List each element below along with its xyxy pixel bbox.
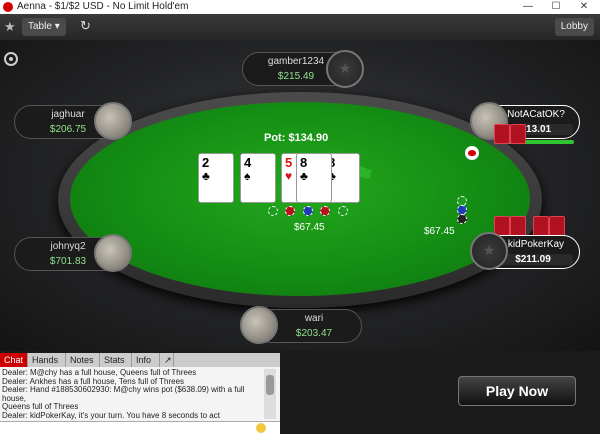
chat-line: Dealer: kidPokerKay, it's your turn. You… bbox=[2, 410, 220, 420]
center-bet-amount: $67.45 bbox=[294, 222, 325, 233]
refresh-icon[interactable]: ↻ bbox=[80, 18, 91, 34]
chat-scrollbar[interactable] bbox=[264, 369, 276, 419]
avatar bbox=[94, 234, 132, 272]
chip bbox=[285, 206, 295, 216]
card-suit-icon: ♠ bbox=[244, 169, 251, 183]
avatar bbox=[94, 102, 132, 140]
board-card: 8♣ bbox=[296, 153, 332, 203]
card-suit-icon: ♥ bbox=[285, 169, 293, 183]
card-suit-icon: ♣ bbox=[300, 169, 308, 183]
chip bbox=[457, 214, 467, 224]
card-rank: 4 bbox=[244, 155, 252, 170]
hole-card-back bbox=[494, 124, 510, 144]
minimize-icon[interactable]: — bbox=[516, 0, 540, 14]
seat-johnyq2[interactable]: johnyq2 $701.83 bbox=[14, 234, 138, 274]
chat-input[interactable] bbox=[0, 421, 280, 434]
popout-icon[interactable]: ↗ bbox=[160, 353, 174, 367]
card-suit-icon: ♣ bbox=[202, 169, 210, 183]
star-icon: ★ bbox=[482, 242, 496, 258]
pot-label: Pot: $134.90 bbox=[264, 132, 329, 144]
dealer-button-icon bbox=[465, 146, 479, 160]
chat-panel: Chat Hands Notes Stats Info ↗ Dealer: M@… bbox=[0, 353, 280, 434]
tab-hands[interactable]: Hands bbox=[28, 353, 66, 367]
chip bbox=[268, 206, 278, 216]
play-now-button[interactable]: Play Now bbox=[458, 376, 576, 406]
target-icon[interactable] bbox=[4, 52, 18, 66]
right-bet-amount: $67.45 bbox=[424, 226, 455, 237]
chip bbox=[303, 206, 313, 216]
seat-kidpokerkay[interactable]: kidPokerKay $211.09 ★ bbox=[470, 232, 580, 274]
chat-log: Dealer: M@chy has a full house, Queens f… bbox=[0, 368, 264, 421]
avatar bbox=[240, 306, 278, 344]
chip bbox=[338, 206, 348, 216]
window-title: Aenna - $1/$2 USD - No Limit Hold'em bbox=[17, 1, 189, 12]
tab-info[interactable]: Info bbox=[132, 353, 160, 367]
window-titlebar: Aenna - $1/$2 USD - No Limit Hold'em — ☐… bbox=[0, 0, 600, 14]
card-rank: 5 bbox=[285, 155, 293, 170]
avatar: ★ bbox=[326, 50, 364, 88]
seat-jaghuar[interactable]: jaghuar $206.75 bbox=[14, 102, 138, 142]
seat-gamber1234[interactable]: gamber1234 $215.49 ★ bbox=[242, 50, 364, 90]
tab-notes[interactable]: Notes bbox=[66, 353, 100, 367]
table-menu-label: Table bbox=[28, 21, 52, 32]
scroll-thumb[interactable] bbox=[266, 375, 274, 395]
avatar: ★ bbox=[470, 232, 508, 270]
table-menu-button[interactable]: Table ▾ bbox=[22, 18, 66, 36]
tab-stats[interactable]: Stats bbox=[100, 353, 132, 367]
tab-chat[interactable]: Chat bbox=[0, 353, 28, 367]
table-toolbar: ★ Table ▾ ↻ Lobby bbox=[0, 14, 600, 41]
star-icon: ★ bbox=[338, 60, 352, 76]
chip bbox=[320, 206, 330, 216]
chat-line: Dealer: Hand #188530602930: M@chy wins p… bbox=[2, 385, 245, 403]
board-card: 4 ♠ bbox=[240, 153, 276, 203]
star-icon[interactable]: ★ bbox=[4, 19, 16, 35]
card-rank: 8 bbox=[300, 155, 308, 170]
emoji-icon[interactable] bbox=[256, 423, 266, 433]
maximize-icon[interactable]: ☐ bbox=[544, 0, 568, 14]
card-rank: 2 bbox=[202, 155, 210, 170]
chat-tabs: Chat Hands Notes Stats Info ↗ bbox=[0, 353, 280, 367]
lobby-button[interactable]: Lobby bbox=[554, 18, 594, 36]
pokerstars-logo-icon bbox=[3, 2, 13, 12]
chevron-down-icon: ▾ bbox=[54, 21, 60, 32]
seat-wari[interactable]: wari $203.47 bbox=[240, 306, 364, 348]
close-icon[interactable]: ✕ bbox=[572, 0, 596, 14]
board-card: 2 ♣ bbox=[198, 153, 234, 203]
hole-card-back bbox=[510, 124, 526, 144]
